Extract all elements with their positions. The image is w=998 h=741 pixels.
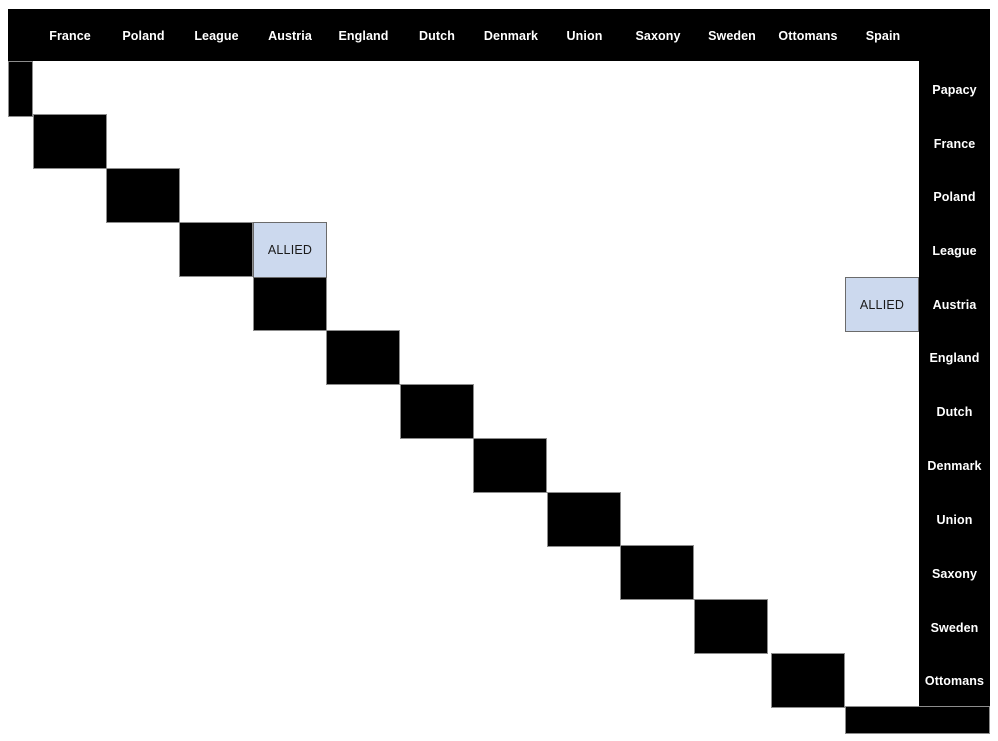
row-header-union[interactable]: Union — [919, 512, 990, 528]
row-header-league[interactable]: League — [919, 243, 990, 259]
matrix-grid-field — [33, 61, 919, 733]
allied-cell-league-austria[interactable]: ALLIED — [253, 222, 327, 278]
row-header-poland[interactable]: Poland — [919, 189, 990, 205]
diagonal-cell-spain — [845, 706, 990, 734]
diagonal-cell-union — [547, 492, 621, 547]
row-header-england[interactable]: England — [919, 350, 990, 366]
column-header-england[interactable]: England — [327, 27, 400, 45]
row-header-papacy[interactable]: Papacy — [919, 82, 990, 98]
row-header-ottomans[interactable]: Ottomans — [919, 673, 990, 689]
column-header-sweden[interactable]: Sweden — [695, 27, 769, 45]
diagonal-cell-england — [326, 330, 400, 385]
allied-cell-label: ALLIED — [267, 243, 313, 257]
row-header-france[interactable]: France — [919, 136, 990, 152]
column-header-ottomans[interactable]: Ottomans — [769, 27, 847, 45]
column-header-dutch[interactable]: Dutch — [400, 27, 474, 45]
diagonal-cell-dutch — [400, 384, 474, 439]
column-header-france[interactable]: France — [33, 27, 107, 45]
diagonal-cell-france — [33, 114, 107, 169]
diagonal-cell-ottomans — [771, 653, 845, 708]
diagonal-cell-poland — [106, 168, 180, 223]
row-header-austria[interactable]: Austria — [919, 297, 990, 313]
allied-cell-label: ALLIED — [859, 297, 905, 312]
allied-cell-austria-spain[interactable]: ALLIED — [845, 277, 919, 332]
row-header-dutch[interactable]: Dutch — [919, 404, 990, 420]
diagonal-cell-austria — [253, 276, 327, 331]
column-header-union[interactable]: Union — [548, 27, 621, 45]
diagonal-cell-denmark — [473, 438, 547, 493]
column-header-poland[interactable]: Poland — [107, 27, 180, 45]
row-header-denmark[interactable]: Denmark — [919, 458, 990, 474]
diagonal-cell-sweden — [694, 599, 768, 654]
column-header-league[interactable]: League — [180, 27, 253, 45]
row-header-saxony[interactable]: Saxony — [919, 566, 990, 582]
row-header-sweden[interactable]: Sweden — [919, 620, 990, 636]
diagonal-cell-saxony — [620, 545, 694, 600]
diagonal-cell-papacy — [8, 61, 33, 117]
column-header-spain[interactable]: Spain — [847, 27, 919, 45]
column-header-saxony[interactable]: Saxony — [621, 27, 695, 45]
column-header-austria[interactable]: Austria — [253, 27, 327, 45]
alliance-matrix-diagram: ALLIED ALLIED France Poland League Austria En… — [0, 0, 998, 741]
diagonal-cell-league — [179, 222, 253, 277]
column-header-denmark[interactable]: Denmark — [474, 27, 548, 45]
